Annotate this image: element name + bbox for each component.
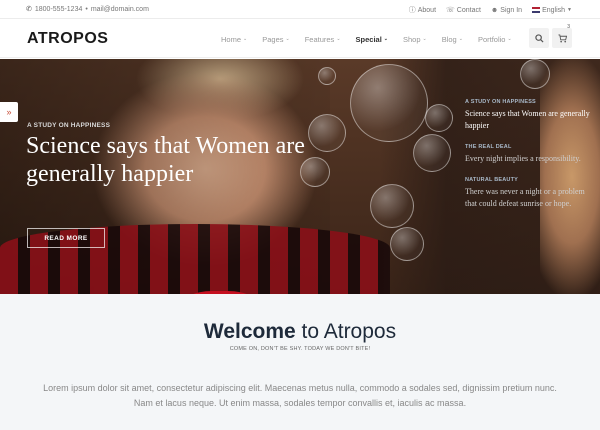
contact-info: ✆ 1800-555-1234 • mail@domain.com bbox=[26, 5, 149, 14]
language-selector[interactable]: English ▼ bbox=[532, 7, 572, 14]
nav-item-home[interactable]: Home ⌄ bbox=[221, 35, 247, 44]
welcome-title-rest: to Atropos bbox=[295, 320, 397, 343]
side-story-kicker: NATURAL BEAUTY bbox=[465, 177, 519, 183]
chevron-down-icon: ⌄ bbox=[458, 36, 463, 42]
main-header: ATROPOS Home ⌄ Pages ⌄ Features ⌄ Special ⌄ … bbox=[0, 20, 600, 58]
nav-label-home: Home bbox=[221, 34, 242, 44]
nav-label-special: Special bbox=[355, 34, 382, 44]
welcome-body: Lorem ipsum dolor sit amet, consectetur … bbox=[43, 383, 557, 408]
bubble-image bbox=[370, 184, 414, 228]
email-link[interactable]: mail@domain.com bbox=[91, 6, 149, 13]
nav-label-blog: Blog bbox=[441, 34, 457, 44]
nav-item-features[interactable]: Features ⌄ bbox=[305, 35, 341, 44]
users-icon: ☻ bbox=[490, 6, 499, 14]
info-icon: ⓘ bbox=[408, 7, 416, 14]
header-actions: 3 bbox=[529, 24, 572, 48]
phone-number[interactable]: 1800-555-1234 bbox=[35, 6, 83, 13]
about-link[interactable]: ⓘ About bbox=[409, 5, 436, 15]
bubble-image bbox=[318, 67, 336, 85]
chevron-down-icon: ⌄ bbox=[507, 36, 512, 42]
main-nav: Home ⌄ Pages ⌄ Features ⌄ Special ⌄ Shop ⌄ Bl… bbox=[221, 20, 527, 58]
chevron-down-icon: ⌄ bbox=[383, 36, 388, 42]
phone-icon: ✆ bbox=[26, 6, 32, 13]
hero-kicker: A STUDY ON HAPPINESS bbox=[27, 122, 111, 129]
nav-label-pages: Pages bbox=[262, 34, 284, 44]
side-story-title: Every night implies a responsibility. bbox=[465, 154, 581, 163]
language-label: English bbox=[542, 6, 566, 14]
nav-label-shop: Shop bbox=[402, 34, 421, 44]
site-logo[interactable]: ATROPOS bbox=[27, 30, 108, 48]
signin-label: Sign In bbox=[500, 6, 523, 14]
side-story[interactable]: THE REAL DEAL Every night implies a resp… bbox=[465, 144, 590, 165]
cart-button[interactable]: 3 bbox=[552, 24, 572, 48]
bubble-image bbox=[520, 59, 550, 89]
side-story-title: Science says that Women are generally ha… bbox=[465, 109, 590, 130]
side-story[interactable]: A STUDY ON HAPPINESS Science says that W… bbox=[465, 99, 590, 132]
side-story[interactable]: NATURAL BEAUTY There was never a night o… bbox=[465, 177, 590, 210]
nav-item-blog[interactable]: Blog ⌄ bbox=[442, 35, 463, 44]
contact-link[interactable]: ☏ Contact bbox=[446, 6, 481, 15]
side-story-title: There was never a night or a problem tha… bbox=[465, 187, 585, 208]
welcome-section: Welcome to Atropos COME ON, DON'T BE SHY… bbox=[0, 294, 600, 430]
chevron-down-icon: ⌄ bbox=[422, 36, 427, 42]
welcome-title-strong: Welcome bbox=[203, 320, 296, 343]
separator-dot: • bbox=[85, 5, 88, 13]
signin-link[interactable]: ☻ Sign In bbox=[491, 7, 522, 14]
cart-count-badge: 3 bbox=[567, 24, 570, 30]
nav-label-portfolio: Portfolio bbox=[477, 34, 506, 44]
chevron-down-icon: ⌄ bbox=[336, 36, 341, 42]
welcome-subtitle: COME ON, DON'T BE SHY. TODAY WE DON'T BI… bbox=[229, 346, 371, 352]
phone-small-icon: ☏ bbox=[446, 7, 455, 14]
bubble-image bbox=[390, 227, 424, 261]
side-story-kicker: THE REAL DEAL bbox=[465, 144, 512, 150]
slider-toggle-button[interactable]: » bbox=[0, 102, 18, 122]
bubble-image bbox=[413, 134, 451, 172]
top-bar: ✆ 1800-555-1234 • mail@domain.com ⓘ Abou… bbox=[0, 0, 600, 19]
about-label: About bbox=[417, 6, 437, 14]
hero-title[interactable]: Science says that Women are generally ha… bbox=[26, 132, 326, 188]
chevron-down-icon: ▼ bbox=[567, 7, 572, 13]
read-more-button[interactable]: READ MORE bbox=[27, 228, 105, 248]
cart-icon bbox=[557, 33, 567, 42]
welcome-title: Welcome to Atropos bbox=[0, 320, 600, 344]
search-icon bbox=[534, 33, 544, 43]
side-story-kicker: A STUDY ON HAPPINESS bbox=[465, 99, 536, 105]
bubble-image bbox=[350, 64, 428, 142]
search-button[interactable] bbox=[529, 28, 549, 48]
bubble-image bbox=[425, 104, 453, 132]
nav-label-features: Features bbox=[304, 34, 335, 44]
nav-item-pages[interactable]: Pages ⌄ bbox=[262, 35, 289, 44]
top-links: ⓘ About ☏ Contact ☻ Sign In English ▼ bbox=[409, 5, 572, 15]
chevron-down-icon: ⌄ bbox=[285, 36, 290, 42]
us-flag-icon bbox=[532, 7, 541, 13]
nav-item-shop[interactable]: Shop ⌄ bbox=[403, 35, 427, 44]
chevron-down-icon: ⌄ bbox=[243, 36, 248, 42]
hero-side-stories: A STUDY ON HAPPINESS Science says that W… bbox=[465, 99, 590, 222]
nav-item-special[interactable]: Special ⌄ bbox=[356, 35, 388, 44]
contact-label: Contact bbox=[456, 6, 481, 14]
nav-item-portfolio[interactable]: Portfolio ⌄ bbox=[478, 35, 512, 44]
